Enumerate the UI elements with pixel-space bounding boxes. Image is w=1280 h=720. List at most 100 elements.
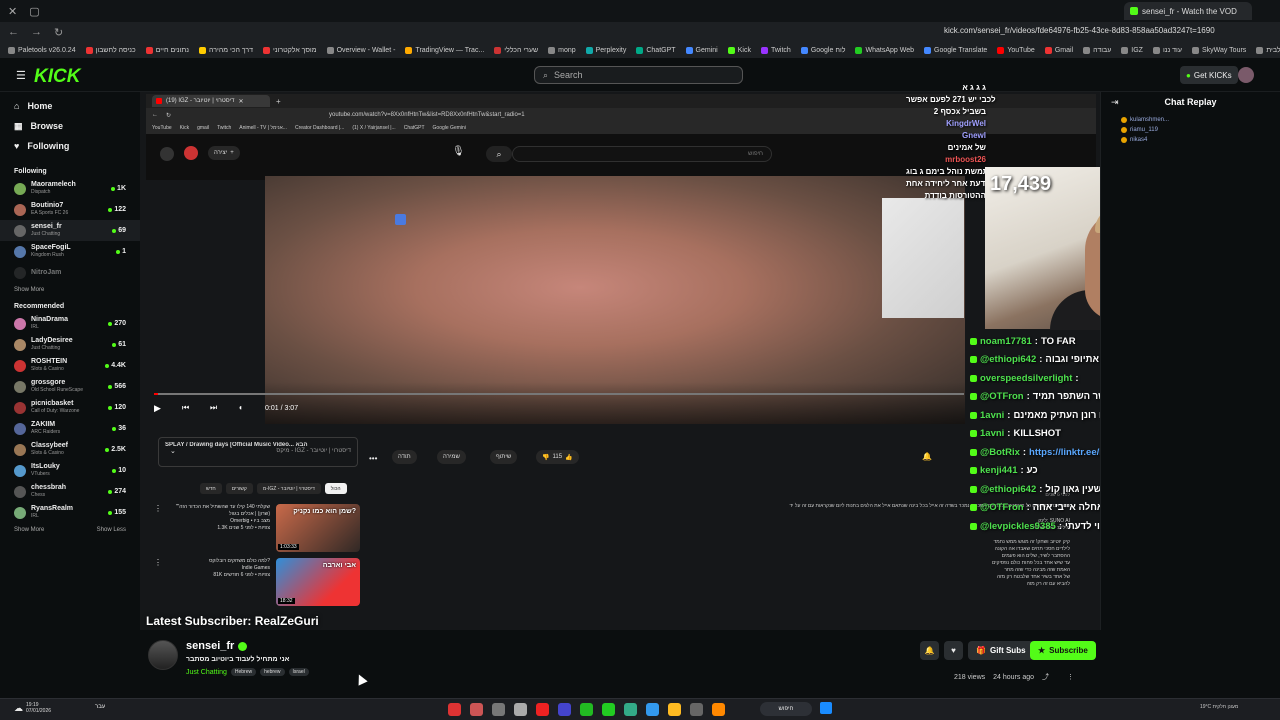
chevron-down-icon[interactable]: ⌄	[170, 447, 176, 455]
more-vert-icon[interactable]: ⋮	[154, 504, 162, 554]
bookmark-item[interactable]: עוד ננו	[1152, 46, 1182, 54]
gift-subs-button[interactable]: 🎁 Gift Subs	[968, 641, 1034, 660]
sidebar-channel[interactable]: LadyDesiree Just Chatting 61	[0, 334, 140, 355]
bookmark-item[interactable]: Perplexity	[585, 46, 626, 54]
sidebar-channel[interactable]: ROSHTEIN Slots & Casino 4.4K	[0, 355, 140, 376]
taskbar-app-icon[interactable]	[558, 703, 571, 716]
sidebar-channel[interactable]: SpaceFogiL Kingdom Rush 1	[0, 241, 140, 262]
taskbar-app-icon[interactable]	[580, 703, 593, 716]
bookmark-item[interactable]: IGZ	[1121, 46, 1143, 54]
bookmark-item[interactable]: Gmail	[1044, 46, 1073, 54]
bell-icon[interactable]: 🔔	[922, 452, 932, 461]
sidebar-channel[interactable]: RyansRealm IRL 155	[0, 502, 140, 523]
yt-chip[interactable]: הכול	[324, 483, 347, 494]
bookmark-item[interactable]: עבודה	[1083, 46, 1111, 54]
bookmark-item[interactable]: Google Translate	[924, 46, 987, 54]
yt-tab-close-icon[interactable]: ✕	[238, 98, 243, 105]
yt-mix-panel[interactable]: SPLAY / Drawing days [Official Music Vid…	[158, 437, 358, 467]
taskbar-app-icon[interactable]	[646, 703, 659, 716]
sidebar-channel[interactable]: chessbrah Chess 274	[0, 481, 140, 502]
yt-search-input[interactable]: חיפוש	[512, 146, 772, 162]
taskbar-app-icon[interactable]	[514, 703, 527, 716]
language-indicator[interactable]: עבר	[95, 704, 105, 710]
like-button[interactable]: 👎 115 👍	[536, 450, 579, 464]
bookmark-item[interactable]: מוסך אלקטרוני	[263, 46, 317, 54]
yt-tab[interactable]: (19) IGZ - דיסטרוי | יוטיובר ✕	[152, 95, 270, 107]
more-vert-icon[interactable]: ⋮	[154, 558, 162, 608]
bookmark-item[interactable]: נתונים חיים	[145, 46, 189, 54]
taskbar-app-icon[interactable]	[602, 703, 615, 716]
yt-bookmark-item[interactable]: Twitch	[217, 125, 231, 131]
taskbar-app-icon[interactable]	[536, 703, 549, 716]
taskbar-search[interactable]: חיפוש	[760, 702, 812, 716]
windows-weather-icon[interactable]: ☁	[14, 703, 23, 714]
bookmark-item[interactable]: YouTube	[997, 46, 1035, 54]
bookmark-item[interactable]: דרך הכי מהירה	[199, 46, 253, 54]
bookmark-item[interactable]: SkyWay Tours	[1191, 46, 1246, 54]
reload-icon[interactable]: ↻	[54, 26, 63, 39]
show-more-following[interactable]: Show More	[0, 283, 140, 297]
sidebar-channel[interactable]: grossgore Old School RuneScape 566	[0, 376, 140, 397]
translate-icon[interactable]	[395, 214, 406, 225]
yt-back-icon[interactable]: ←	[152, 112, 158, 118]
sidebar-channel[interactable]: Maoramelech Dispatch 1K	[0, 178, 140, 199]
yt-url[interactable]: youtube.com/watch?v=8Xx0nfHtnTw&list=RD8…	[329, 112, 525, 118]
avatar[interactable]	[1238, 67, 1254, 83]
stream-tag[interactable]: hebrew	[260, 668, 285, 676]
sidebar-channel[interactable]: NinaDrama IRL 270	[0, 313, 140, 334]
subscribe-button[interactable]: ★ Subscribe	[1030, 641, 1096, 660]
bookmark-item[interactable]: TradingView — Trac...	[405, 46, 484, 54]
play-icon[interactable]: ▶	[154, 403, 161, 414]
forward-icon[interactable]: →	[31, 26, 42, 38]
show-less-button[interactable]: Show Less	[97, 527, 126, 533]
back-icon[interactable]: ←	[8, 26, 19, 38]
yt-bookmark-item[interactable]: Animell - TV | אנימל...	[239, 125, 287, 131]
sidebar-channel[interactable]: Classybeef Slots & Casino 2.5K	[0, 439, 140, 460]
taskbar-app-icon[interactable]	[690, 703, 703, 716]
taskbar-app-icon[interactable]	[470, 703, 483, 716]
bookmark-item[interactable]: WhatsApp Web	[855, 46, 914, 54]
bookmark-item[interactable]: Paletools v26.0.24	[8, 46, 76, 54]
sidebar-channel[interactable]: Boutinio7 EA Sports FC 26 122	[0, 199, 140, 220]
taskbar-clock[interactable]: 19:19 07/01/2026	[26, 702, 51, 714]
bookmark-item[interactable]: Kick	[727, 46, 751, 54]
menu-icon[interactable]: ☰	[16, 69, 26, 82]
streamer-avatar[interactable]	[148, 640, 178, 670]
yt-avatar[interactable]	[160, 147, 174, 161]
dislike-icon[interactable]: 👎	[542, 454, 549, 461]
yt-bookmark-item[interactable]: Kick	[180, 125, 189, 131]
yt-bookmark-item[interactable]: YouTube	[152, 125, 172, 131]
share-icon[interactable]: ⤴	[1042, 672, 1049, 682]
sidebar-channel[interactable]: ItsLouky VTubers 10	[0, 460, 140, 481]
previous-icon[interactable]: ⏮	[182, 403, 189, 413]
thanks-button[interactable]: תודה	[392, 450, 417, 464]
yt-bookmark-item[interactable]: gmail	[197, 125, 209, 131]
notification-icon[interactable]	[184, 146, 198, 160]
sidebar-item-home[interactable]: ⌂ Home	[0, 96, 140, 116]
next-icon[interactable]: ⏭	[210, 403, 217, 413]
taskbar-app-icon[interactable]	[668, 703, 681, 716]
yt-bookmark-item[interactable]: ChatGPT	[404, 125, 425, 131]
bookmark-item[interactable]: Twitch	[760, 46, 791, 54]
yt-bookmark-item[interactable]: (1) X / Yairjansel |...	[352, 125, 395, 131]
taskbar-app-icon[interactable]	[492, 703, 505, 716]
save-button[interactable]: שמירה	[437, 450, 466, 464]
sidebar-item-following[interactable]: ♥ Following	[0, 136, 140, 156]
sidebar-item-browse[interactable]: ▦ Browse	[0, 116, 140, 136]
tab-close-icon[interactable]: ✕	[8, 5, 17, 18]
kebab-menu-icon[interactable]: ⋮	[1067, 673, 1074, 681]
start-icon[interactable]	[820, 702, 832, 714]
get-kicks-button[interactable]: ● Get KICKs	[1180, 66, 1238, 84]
browser-tab-active[interactable]: sensei_fr - Watch the VOD	[1124, 2, 1252, 20]
search-input[interactable]: ⌕ Search	[534, 66, 743, 84]
taskbar-app-icon[interactable]	[448, 703, 461, 716]
follow-heart-button[interactable]: ♥	[944, 641, 963, 660]
tab-menu-icon[interactable]: ▢	[29, 5, 39, 18]
kick-logo[interactable]: KICK	[34, 66, 80, 88]
notification-bell-button[interactable]: 🔔	[920, 641, 939, 660]
url-field[interactable]: kick.com/sensei_fr/videos/fde64976-fb25-…	[944, 26, 1215, 35]
stream-category[interactable]: Just Chatting	[186, 669, 227, 676]
bookmark-item[interactable]: פורום וירוסים לבית	[1256, 46, 1280, 54]
collapse-chat-icon[interactable]: ⇥	[1111, 97, 1119, 108]
share-button[interactable]: שיתוף	[490, 450, 518, 464]
